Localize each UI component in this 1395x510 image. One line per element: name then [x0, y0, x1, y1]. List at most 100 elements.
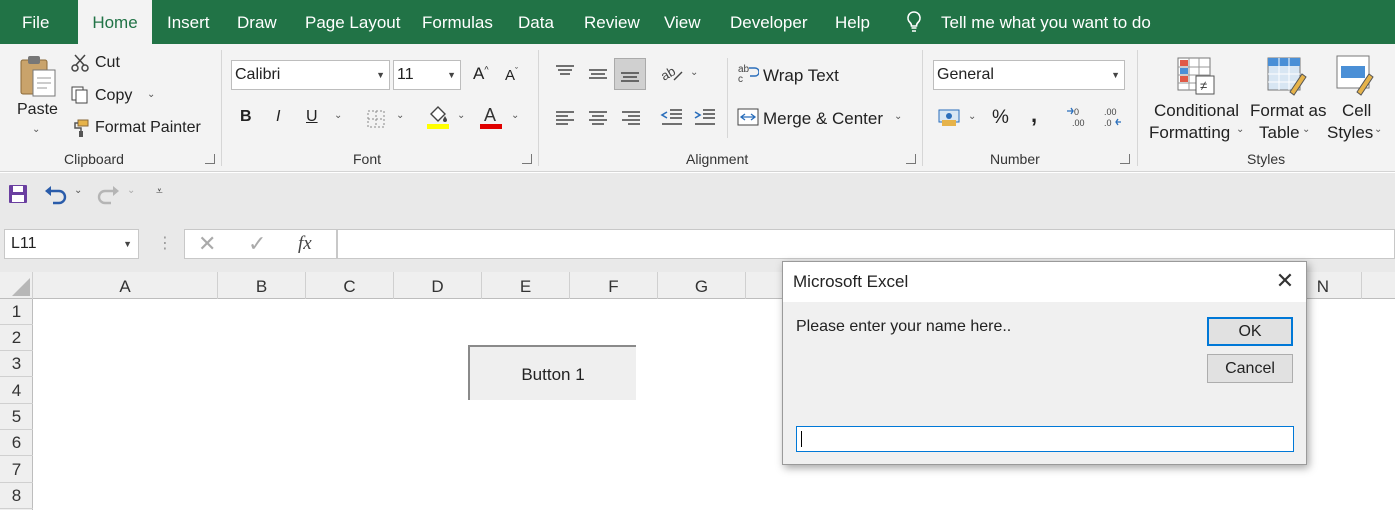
row-header-4[interactable]: 4: [0, 378, 33, 404]
tab-home[interactable]: Home: [78, 0, 152, 44]
increase-font-size-icon[interactable]: A^: [473, 64, 489, 84]
currency-icon[interactable]: [938, 106, 964, 133]
conditional-dropdown-icon[interactable]: ⌄: [1236, 124, 1244, 135]
format-table-dropdown-icon[interactable]: ⌄: [1302, 124, 1310, 135]
cell-styles-dropdown-icon[interactable]: ⌄: [1374, 124, 1382, 135]
cancel-button[interactable]: Cancel: [1207, 354, 1293, 383]
increase-indent-icon[interactable]: [693, 106, 717, 133]
column-header-e[interactable]: E: [482, 272, 570, 299]
middle-align-icon[interactable]: [587, 64, 609, 89]
italic-button[interactable]: I: [276, 108, 280, 126]
align-center-icon[interactable]: [587, 108, 609, 133]
tab-view[interactable]: View: [664, 0, 701, 44]
row-header-8[interactable]: 8: [0, 483, 33, 509]
cut-button[interactable]: Cut: [95, 54, 120, 72]
save-icon[interactable]: [8, 184, 28, 209]
sheet-form-button[interactable]: Button 1: [468, 345, 636, 400]
undo-dropdown-icon[interactable]: ⌄: [74, 185, 82, 196]
format-as-table-label-2[interactable]: Table: [1259, 123, 1300, 143]
borders-icon[interactable]: [366, 109, 386, 134]
tab-file[interactable]: File: [22, 0, 49, 44]
paste-icon[interactable]: [18, 54, 58, 103]
row-header-1[interactable]: 1: [0, 299, 33, 325]
tab-review[interactable]: Review: [584, 0, 640, 44]
format-painter-button[interactable]: Format Painter: [95, 119, 201, 137]
bold-button[interactable]: B: [240, 108, 252, 126]
select-all-corner[interactable]: [0, 272, 33, 299]
customize-qat-icon[interactable]: ⩡: [156, 184, 163, 199]
merge-dropdown-icon[interactable]: ⌄: [894, 111, 902, 122]
tab-draw[interactable]: Draw: [237, 0, 277, 44]
tell-me-search[interactable]: Tell me what you want to do: [941, 0, 1151, 44]
number-format-combo[interactable]: General ▼: [933, 60, 1125, 90]
bottom-align-icon[interactable]: [614, 58, 646, 90]
row-header-6[interactable]: 6: [0, 430, 33, 456]
tab-formulas[interactable]: Formulas: [422, 0, 493, 44]
tab-help[interactable]: Help: [835, 0, 870, 44]
paste-button[interactable]: Paste: [17, 101, 58, 119]
tab-page-layout[interactable]: Page Layout: [305, 0, 400, 44]
redo-dropdown-icon[interactable]: ⌄: [127, 185, 135, 196]
formula-input[interactable]: [337, 229, 1395, 259]
row-header-2[interactable]: 2: [0, 325, 33, 351]
fill-color-dropdown-icon[interactable]: ⌄: [457, 110, 465, 121]
borders-dropdown-icon[interactable]: ⌄: [396, 110, 404, 121]
alignment-launcher-icon[interactable]: [906, 154, 916, 164]
font-name-combo[interactable]: Calibri ▼: [231, 60, 390, 90]
align-right-icon[interactable]: [620, 108, 642, 133]
decrease-decimal-icon[interactable]: .00.0: [1098, 105, 1122, 134]
row-header-7[interactable]: 7: [0, 457, 33, 483]
align-left-icon[interactable]: [554, 108, 576, 133]
font-launcher-icon[interactable]: [522, 154, 532, 164]
paste-dropdown-icon[interactable]: ⌄: [32, 124, 40, 135]
comma-button[interactable]: ,: [1031, 102, 1037, 128]
underline-button[interactable]: U: [306, 108, 318, 126]
fill-color-icon[interactable]: [426, 104, 450, 135]
cell-styles-button[interactable]: Cell: [1342, 101, 1371, 121]
tab-developer[interactable]: Developer: [730, 0, 808, 44]
wrap-text-button[interactable]: Wrap Text: [763, 66, 839, 86]
font-color-dropdown-icon[interactable]: ⌄: [511, 110, 519, 121]
column-header-d[interactable]: D: [394, 272, 482, 299]
copy-button[interactable]: Copy: [95, 87, 132, 105]
underline-dropdown-icon[interactable]: ⌄: [334, 110, 342, 121]
column-header-b[interactable]: B: [218, 272, 306, 299]
orientation-dropdown-icon[interactable]: ⌄: [690, 67, 698, 78]
format-painter-icon: [70, 118, 90, 143]
conditional-formatting-label-2[interactable]: Formatting: [1149, 123, 1230, 143]
row-header-5[interactable]: 5: [0, 404, 33, 430]
column-header-f[interactable]: F: [570, 272, 658, 299]
font-size-combo[interactable]: 11 ▼: [393, 60, 461, 90]
redo-icon[interactable]: [96, 183, 120, 210]
font-color-icon[interactable]: A: [479, 104, 503, 135]
name-input[interactable]: [796, 426, 1294, 452]
tab-data[interactable]: Data: [518, 0, 554, 44]
column-header-c[interactable]: C: [306, 272, 394, 299]
number-launcher-icon[interactable]: [1120, 154, 1130, 164]
decrease-font-size-icon[interactable]: Aˇ: [505, 66, 518, 84]
clipboard-launcher-icon[interactable]: [205, 154, 215, 164]
cell-styles-label-2[interactable]: Styles: [1327, 123, 1373, 143]
currency-dropdown-icon[interactable]: ⌄: [968, 111, 976, 122]
close-icon[interactable]: ✕: [1273, 268, 1297, 294]
cancel-formula-icon[interactable]: ✕: [198, 231, 216, 257]
enter-formula-icon[interactable]: ✓: [248, 231, 266, 257]
merge-center-button[interactable]: Merge & Center: [763, 109, 883, 129]
orientation-icon[interactable]: ab: [658, 62, 686, 89]
percent-button[interactable]: %: [992, 107, 1009, 129]
row-header-3[interactable]: 3: [0, 351, 33, 377]
top-align-icon[interactable]: [554, 62, 576, 87]
drag-handle-icon[interactable]: ⋮: [157, 233, 173, 253]
ok-button[interactable]: OK: [1207, 317, 1293, 346]
decrease-indent-icon[interactable]: [660, 106, 684, 133]
undo-icon[interactable]: [44, 183, 68, 210]
increase-decimal-icon[interactable]: 0.00: [1066, 105, 1090, 134]
conditional-formatting-button[interactable]: Conditional: [1154, 101, 1239, 121]
tab-insert[interactable]: Insert: [167, 0, 210, 44]
name-box[interactable]: L11 ▼: [4, 229, 139, 259]
column-header-g[interactable]: G: [658, 272, 746, 299]
column-header-a[interactable]: A: [33, 272, 218, 299]
insert-function-button[interactable]: fx: [298, 233, 312, 255]
copy-dropdown-icon[interactable]: ⌄: [147, 89, 155, 100]
format-as-table-button[interactable]: Format as: [1250, 101, 1327, 121]
